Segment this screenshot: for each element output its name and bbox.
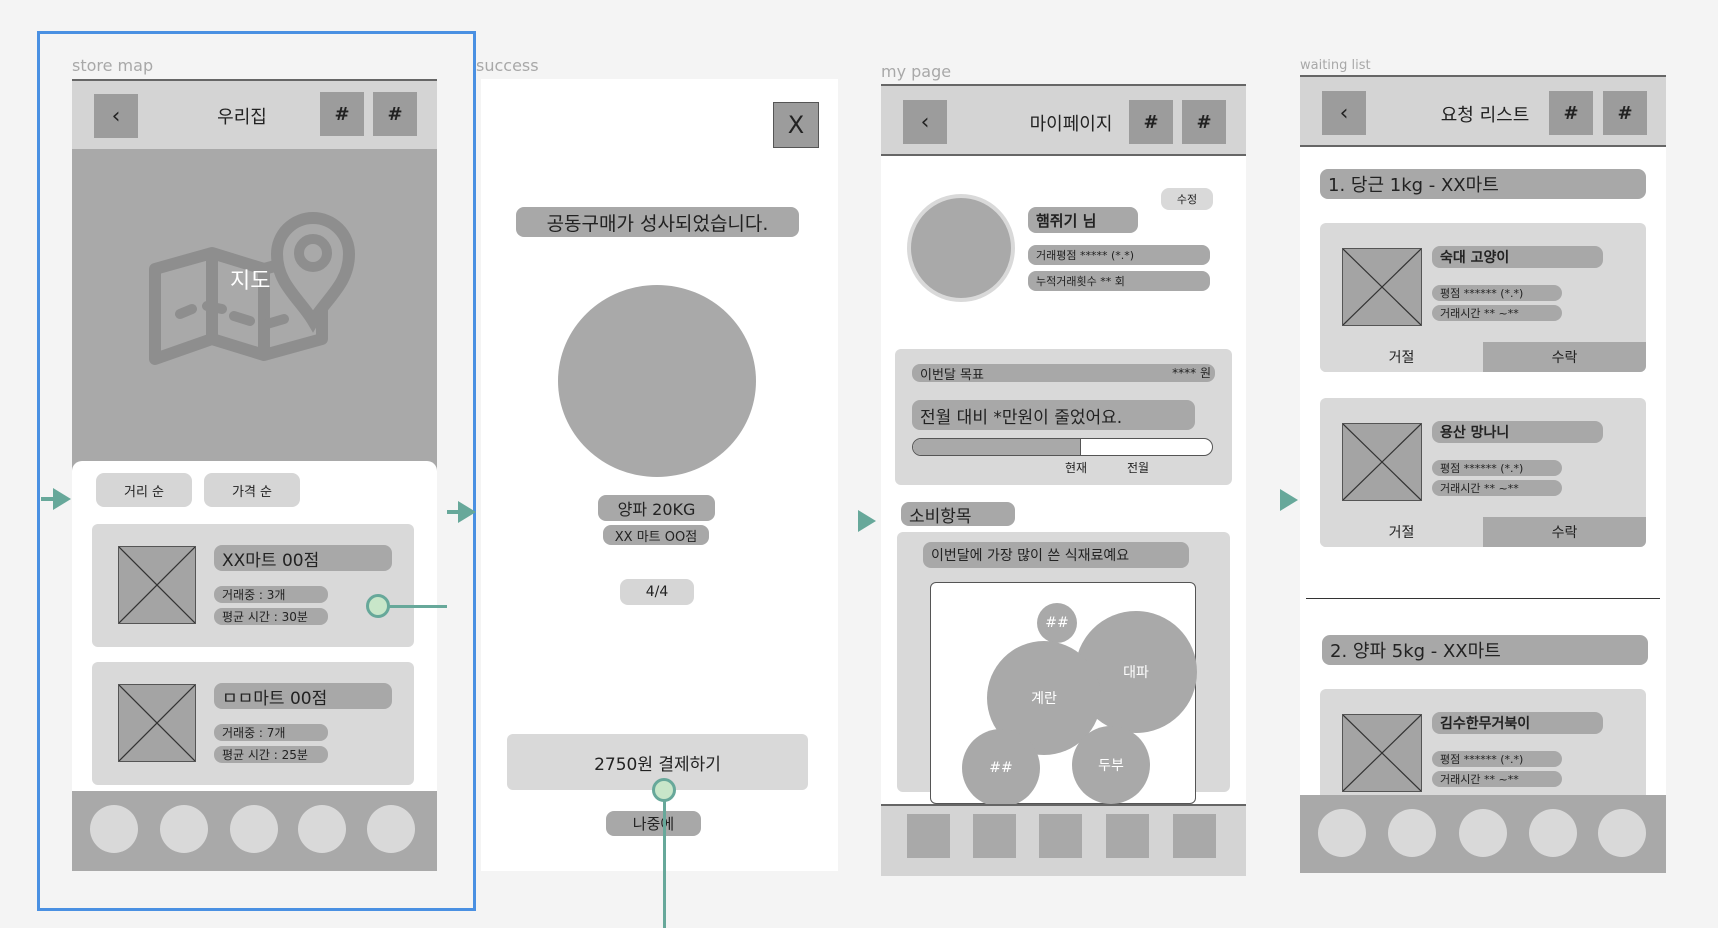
requester-time: 거래시간 ** ~** [1432, 305, 1562, 321]
spending-title: 소비항목 [901, 502, 1015, 526]
hash-button-2[interactable]: # [1182, 100, 1226, 144]
my-page-topbar: ‹ 마이페이지 # # [881, 84, 1246, 156]
waiting-list-screen: ‹ 요청 리스트 # # 1. 당근 1kg - XX마트 숙대 고양이 평점 … [1300, 75, 1666, 873]
connector-line [389, 605, 447, 608]
my-page-screen: ‹ 마이페이지 # # 수정 햄쥐기 님 거래평점 ***** (*.*) 누적… [881, 84, 1246, 876]
back-button[interactable]: ‹ [1322, 91, 1366, 135]
requester-time: 거래시간 ** ~** [1432, 480, 1562, 496]
waiting-list-topbar: ‹ 요청 리스트 # # [1300, 75, 1666, 147]
requester-image-placeholder [1342, 248, 1422, 326]
nav-tab-4[interactable] [1529, 809, 1577, 857]
accept-button[interactable]: 수락 [1483, 517, 1646, 547]
bottom-nav [1300, 795, 1666, 873]
requester-name: 숙대 고양이 [1432, 246, 1603, 268]
product-name: 양파 20KG [598, 495, 715, 521]
connector-line [663, 790, 666, 928]
request-group-title: 2. 양파 5kg - XX마트 [1322, 635, 1648, 665]
trade-count: 누적거래횟수 ** 회 [1028, 271, 1210, 291]
close-button[interactable]: X [773, 102, 819, 148]
avatar [907, 194, 1015, 302]
nav-tab-2[interactable] [1388, 809, 1436, 857]
nav-tab-1[interactable] [1318, 809, 1366, 857]
bubble-chart: ## 대파 계란 ## 두부 [930, 582, 1197, 807]
request-card: 숙대 고양이 평점 ****** (*.*) 거래시간 ** ~** 거절 수락 [1320, 223, 1646, 372]
connector-handle[interactable] [652, 778, 676, 802]
bubble-item: 두부 [1072, 726, 1150, 804]
frame-label-my-page: my page [881, 62, 952, 81]
nav-tab-1[interactable] [907, 814, 950, 858]
hash-button-2[interactable]: # [1603, 91, 1647, 135]
nav-tab-5[interactable] [1173, 814, 1216, 858]
spending-progress-bar [912, 438, 1213, 456]
requester-rating: 평점 ****** (*.*) [1432, 285, 1562, 301]
requester-time: 거래시간 ** ~** [1432, 771, 1562, 787]
later-button[interactable]: 나중에 [606, 811, 701, 836]
product-image [558, 285, 756, 477]
edit-button[interactable]: 수정 [1161, 188, 1213, 210]
connector-handle[interactable] [366, 594, 390, 618]
goal-value: **** 원 [1172, 366, 1211, 380]
success-message: 공동구매가 성사되었습니다. [516, 207, 799, 237]
bubble-item: ## [1037, 603, 1077, 643]
requester-image-placeholder [1342, 714, 1422, 792]
requester-name: 김수한무거북이 [1432, 712, 1603, 734]
flow-arrow-into-store-map [53, 488, 71, 510]
nav-tab-2[interactable] [973, 814, 1016, 858]
reject-button[interactable]: 거절 [1320, 342, 1483, 372]
progress-prev-label: 전월 [1127, 461, 1150, 475]
group-count: 4/4 [620, 579, 694, 605]
page-title: 요청 리스트 [1440, 105, 1530, 126]
page-title: 마이페이지 [1029, 114, 1113, 135]
spending-subtitle: 이번달에 가장 많이 쓴 식재료예요 [923, 542, 1189, 568]
back-button[interactable]: ‹ [903, 100, 947, 144]
hash-button-1[interactable]: # [1549, 91, 1593, 135]
nav-tab-3[interactable] [1039, 814, 1082, 858]
requester-rating: 평점 ****** (*.*) [1432, 751, 1562, 767]
flow-arrow-into-my-page [858, 510, 876, 532]
progress-current-label: 현재 [1065, 461, 1088, 475]
accept-button[interactable]: 수락 [1483, 342, 1646, 372]
nav-tab-5[interactable] [1598, 809, 1646, 857]
request-group-title: 1. 당근 1kg - XX마트 [1320, 169, 1646, 199]
requester-rating: 평점 ****** (*.*) [1432, 460, 1562, 476]
nav-tab-3[interactable] [1459, 809, 1507, 857]
spending-card: 이번달에 가장 많이 쓴 식재료예요 ## 대파 계란 ## 두부 [897, 532, 1230, 807]
bottom-nav [881, 804, 1246, 876]
trade-rating: 거래평점 ***** (*.*) [1028, 245, 1210, 265]
request-card: 용산 망나니 평점 ****** (*.*) 거래시간 ** ~** 거절 수락 [1320, 398, 1646, 547]
selection-frame [37, 31, 476, 911]
monthly-goal-card: 이번달 목표 **** 원 전월 대비 *만원이 줄었어요. 현재 전월 [895, 349, 1232, 485]
flow-arrow-into-waiting-list [1280, 489, 1298, 511]
product-store: XX 마트 OO점 [603, 525, 709, 545]
requester-image-placeholder [1342, 423, 1422, 501]
progress-fill [913, 439, 1082, 455]
requester-name: 용산 망나니 [1432, 421, 1603, 443]
nav-tab-4[interactable] [1106, 814, 1149, 858]
section-divider [1306, 598, 1660, 599]
hash-button-1[interactable]: # [1129, 100, 1173, 144]
flow-arrow-into-success [458, 501, 476, 523]
success-screen: X 공동구매가 성사되었습니다. 양파 20KG XX 마트 OO점 4/4 2… [481, 79, 838, 871]
username: 햄쥐기 님 [1028, 207, 1138, 233]
bubble-item: ## [962, 729, 1040, 807]
saving-message: 전월 대비 *만원이 줄었어요. [912, 400, 1195, 430]
frame-label-success: success [476, 56, 539, 75]
reject-button[interactable]: 거절 [1320, 517, 1483, 547]
frame-label-waiting-list: waiting list [1300, 58, 1371, 73]
